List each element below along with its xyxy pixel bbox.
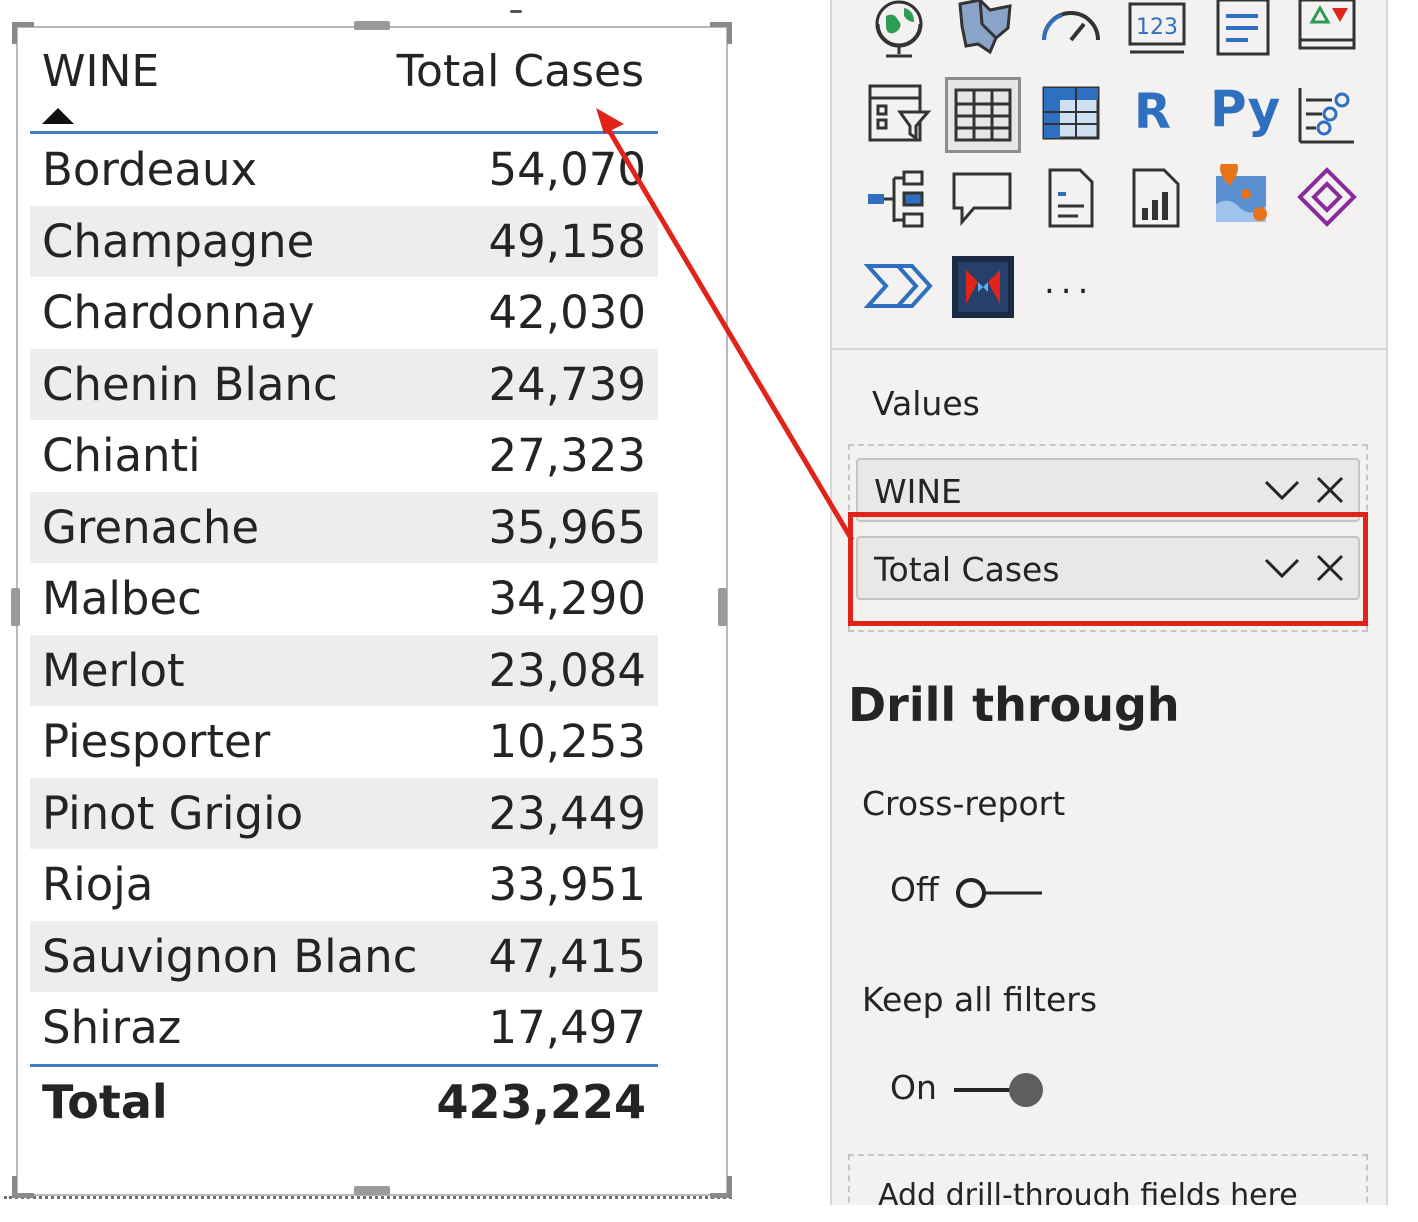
wine-name-cell: Chenin Blanc bbox=[42, 357, 338, 411]
wine-name-cell: Chardonnay bbox=[42, 286, 315, 340]
total-cases-cell: 24,739 bbox=[488, 357, 646, 411]
table-row[interactable]: Sauvignon Blanc 47,415 bbox=[30, 920, 658, 992]
table-row[interactable]: Merlot 23,084 bbox=[30, 634, 658, 706]
resize-corner-bottom-left[interactable] bbox=[12, 1176, 34, 1198]
card-icon[interactable]: 123 bbox=[1122, 0, 1192, 64]
visualizations-pane: 123 R Py ... Values WINE Total Cases Dri… bbox=[830, 0, 1388, 1222]
total-label: Total bbox=[42, 1074, 168, 1129]
keep-all-filters-toggle[interactable] bbox=[950, 1072, 1046, 1108]
total-value: 423,224 bbox=[436, 1074, 646, 1129]
chevron-down-icon[interactable] bbox=[1262, 472, 1302, 508]
r-visual-icon[interactable]: R bbox=[1134, 84, 1171, 140]
table-visual[interactable]: WINE Total Cases Bordeaux 54,070 Champagne… bbox=[0, 0, 790, 1222]
total-cases-cell: 23,084 bbox=[488, 643, 646, 697]
decomposition-tree-icon[interactable] bbox=[864, 164, 934, 234]
total-cases-cell: 17,497 bbox=[488, 1001, 646, 1055]
total-cases-cell: 49,158 bbox=[488, 214, 646, 268]
kpi-icon[interactable] bbox=[1292, 0, 1362, 64]
table-row[interactable]: Chianti 27,323 bbox=[30, 420, 658, 492]
wine-name-cell: Grenache bbox=[42, 500, 260, 554]
wine-name-cell: Shiraz bbox=[42, 1001, 182, 1055]
resize-handle-left[interactable] bbox=[11, 588, 20, 626]
table-row[interactable]: Malbec 34,290 bbox=[30, 563, 658, 635]
paginated-report-icon[interactable] bbox=[1122, 164, 1192, 234]
total-cases-cell: 10,253 bbox=[488, 715, 646, 769]
table-header: WINE Total Cases bbox=[30, 36, 658, 134]
sort-ascending-icon[interactable] bbox=[42, 108, 74, 124]
table-row[interactable]: Rioja 33,951 bbox=[30, 849, 658, 921]
total-cases-cell: 42,030 bbox=[488, 286, 646, 340]
table-body: Bordeaux 54,070 Champagne 49,158 Chardonnay 4… bbox=[30, 134, 658, 1064]
wine-name-cell: Rioja bbox=[42, 858, 154, 912]
filled-map-icon[interactable] bbox=[950, 0, 1020, 64]
total-cases-cell: 35,965 bbox=[488, 500, 646, 554]
azure-map-icon[interactable] bbox=[1206, 159, 1276, 234]
remove-field-icon[interactable] bbox=[1312, 472, 1348, 508]
cross-report-toggle[interactable] bbox=[954, 876, 1046, 910]
resize-handle-bottom[interactable] bbox=[354, 1186, 390, 1195]
total-cases-cell: 54,070 bbox=[488, 143, 646, 197]
total-cases-cell: 27,323 bbox=[488, 429, 646, 483]
table-total-row: Total 423,224 bbox=[30, 1063, 658, 1138]
wine-name-cell: Bordeaux bbox=[42, 143, 258, 197]
wine-name-cell: Sauvignon Blanc bbox=[42, 929, 418, 983]
power-apps-icon[interactable] bbox=[1292, 164, 1362, 234]
total-cases-cell: 34,290 bbox=[488, 572, 646, 626]
keep-all-filters-label: Keep all filters bbox=[862, 980, 1098, 1019]
wine-name-cell: Piesporter bbox=[42, 715, 271, 769]
wine-name-cell: Chianti bbox=[42, 429, 201, 483]
values-well-label: Values bbox=[872, 384, 980, 423]
cross-report-label: Cross-report bbox=[862, 784, 1066, 823]
visual-header-grip[interactable] bbox=[510, 10, 522, 13]
highlight-box bbox=[848, 512, 1368, 626]
wine-name-cell: Merlot bbox=[42, 643, 185, 697]
total-cases-cell: 23,449 bbox=[488, 786, 646, 840]
custom-visual-icon[interactable] bbox=[948, 252, 1018, 322]
table-icon[interactable] bbox=[945, 77, 1021, 153]
wine-table: WINE Total Cases Bordeaux 54,070 Champagne… bbox=[30, 36, 658, 1138]
resize-handle-right[interactable] bbox=[718, 588, 727, 626]
screenshot-crop-edge bbox=[830, 1205, 1418, 1222]
power-automate-icon[interactable] bbox=[863, 252, 934, 322]
resize-corner-top-right[interactable] bbox=[710, 22, 732, 44]
table-row[interactable]: Pinot Grigio 23,449 bbox=[30, 777, 658, 849]
resize-handle-top[interactable] bbox=[354, 21, 390, 30]
pane-border bbox=[1386, 0, 1388, 1205]
table-row[interactable]: Grenache 35,965 bbox=[30, 491, 658, 563]
wine-name-cell: Pinot Grigio bbox=[42, 786, 304, 840]
table-row[interactable]: Shiraz 17,497 bbox=[30, 992, 658, 1064]
gauge-icon[interactable] bbox=[1036, 0, 1106, 64]
key-influencers-icon[interactable] bbox=[1292, 80, 1362, 150]
field-pill-label: WINE bbox=[874, 472, 962, 511]
resize-corner-bottom-right[interactable] bbox=[710, 1176, 732, 1198]
total-cases-cell: 33,951 bbox=[488, 858, 646, 912]
qna-icon[interactable] bbox=[948, 164, 1018, 234]
table-row[interactable]: Chardonnay 42,030 bbox=[30, 277, 658, 349]
drill-through-title: Drill through bbox=[848, 678, 1180, 732]
wine-name-cell: Malbec bbox=[42, 572, 202, 626]
column-header-total-cases[interactable]: Total Cases bbox=[397, 46, 644, 97]
smart-narrative-icon[interactable] bbox=[1036, 164, 1106, 234]
total-cases-cell: 47,415 bbox=[488, 929, 646, 983]
table-row[interactable]: Chenin Blanc 24,739 bbox=[30, 348, 658, 420]
wine-name-cell: Champagne bbox=[42, 214, 315, 268]
column-header-wine[interactable]: WINE bbox=[42, 46, 159, 97]
keep-all-filters-state: On bbox=[890, 1068, 937, 1107]
table-row[interactable]: Champagne 49,158 bbox=[30, 205, 658, 277]
visual-gallery: 123 R Py ... bbox=[832, 0, 1388, 350]
card-icon-label: 123 bbox=[1136, 15, 1178, 40]
matrix-icon[interactable] bbox=[1036, 78, 1106, 148]
globe-map-icon[interactable] bbox=[864, 0, 934, 64]
slicer-icon[interactable] bbox=[864, 78, 934, 148]
more-visuals-icon[interactable]: ... bbox=[1044, 262, 1094, 302]
visual-frame-bottom-border bbox=[4, 1196, 732, 1199]
cross-report-state: Off bbox=[890, 870, 939, 909]
multi-row-card-icon[interactable] bbox=[1208, 0, 1278, 64]
table-row[interactable]: Bordeaux 54,070 bbox=[30, 134, 658, 206]
python-visual-icon[interactable]: Py bbox=[1210, 80, 1280, 138]
table-row[interactable]: Piesporter 10,253 bbox=[30, 706, 658, 778]
